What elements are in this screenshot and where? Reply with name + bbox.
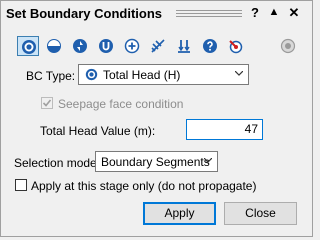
unknown-bc-icon xyxy=(99,39,113,53)
stage-only-label: Apply at this stage only (do not propaga… xyxy=(31,179,257,193)
selection-mode-value: Boundary Segments xyxy=(101,155,210,169)
bc-type-label: BC Type: xyxy=(26,69,76,83)
title-bar[interactable]: Set Boundary Conditions ? ▲ ✕ xyxy=(1,1,312,27)
zero-pressure-button[interactable] xyxy=(225,36,247,56)
query-icon xyxy=(203,39,217,53)
add-flow-icon xyxy=(124,38,140,54)
chevron-down-icon xyxy=(204,158,212,163)
pressure-head-icon xyxy=(47,39,61,53)
drain-button[interactable] xyxy=(173,36,195,56)
apply-button[interactable]: Apply xyxy=(143,202,216,225)
unknown-bc-button[interactable] xyxy=(95,36,117,56)
close-dialog-button[interactable]: Close xyxy=(224,202,297,225)
query-button[interactable] xyxy=(199,36,221,56)
add-flow-button[interactable] xyxy=(121,36,143,56)
infiltration-button[interactable] xyxy=(147,36,169,56)
bc-type-dropdown[interactable]: Total Head (H) xyxy=(78,64,249,85)
total-head-value-input[interactable]: 47 xyxy=(186,119,263,140)
seepage-face-icon xyxy=(73,39,87,53)
total-head-icon xyxy=(22,40,36,54)
seepage-face-button[interactable] xyxy=(69,36,91,56)
collapse-button[interactable]: ▲ xyxy=(267,6,281,18)
chevron-down-icon xyxy=(235,71,243,76)
checkmark-icon xyxy=(42,99,52,107)
help-button[interactable]: ? xyxy=(248,5,262,20)
bc-type-value: Total Head (H) xyxy=(103,68,181,82)
disabled-bc-icon xyxy=(280,38,296,54)
total-head-value-label: Total Head Value (m): xyxy=(40,124,156,138)
close-button[interactable]: ✕ xyxy=(287,5,301,21)
disabled-bc-button xyxy=(277,36,299,56)
infiltration-icon xyxy=(151,39,165,53)
drag-grip[interactable] xyxy=(176,10,242,17)
pressure-head-button[interactable] xyxy=(43,36,65,56)
selection-mode-label: Selection mode: xyxy=(14,156,101,170)
dialog-title: Set Boundary Conditions xyxy=(6,6,162,21)
stage-only-checkbox[interactable] xyxy=(15,179,27,191)
seepage-face-label: Seepage face condition xyxy=(58,97,184,111)
selection-mode-dropdown[interactable]: Boundary Segments xyxy=(95,151,218,172)
total-head-button[interactable] xyxy=(17,36,39,56)
drain-icon xyxy=(178,40,190,53)
set-boundary-conditions-dialog: Set Boundary Conditions ? ▲ ✕ BC Type: T… xyxy=(0,0,313,237)
total-head-icon xyxy=(85,68,98,81)
zero-pressure-icon xyxy=(229,40,243,54)
seepage-face-checkbox xyxy=(41,97,53,109)
